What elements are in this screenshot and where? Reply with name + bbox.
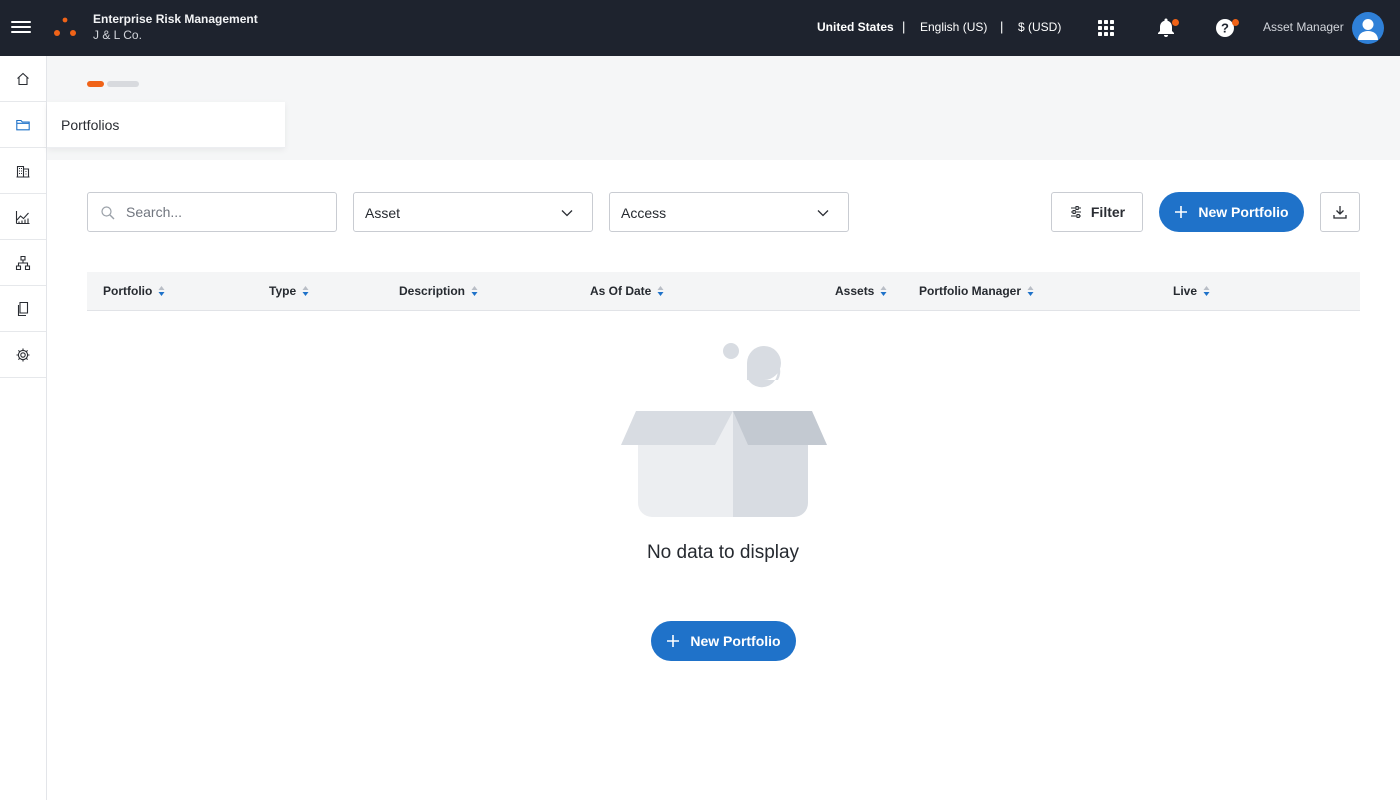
currency-selector[interactable]: $ (USD) [1018,20,1061,34]
sidebar-item-settings[interactable] [0,332,46,378]
chart-icon [15,210,30,224]
plus-icon [667,635,680,647]
chevron-down-icon [561,210,573,217]
sidebar-tooltip: Portfolios [47,102,285,148]
column-label: Description [399,284,466,298]
menu-icon[interactable] [11,18,31,38]
sidebar-item-documents[interactable] [0,286,46,332]
search-box[interactable] [87,192,337,232]
language-selector[interactable]: English (US) [920,20,987,34]
column-label: Portfolio [103,284,153,298]
folder-icon [16,119,30,130]
column-header-portfolio-manager[interactable]: Portfolio Manager [919,284,1034,298]
country-selector[interactable]: United States [817,20,894,34]
user-name[interactable]: Asset Manager [1263,20,1344,34]
avatar[interactable] [1352,12,1384,44]
sidebar-item-hierarchy[interactable] [0,240,46,286]
column-header-assets[interactable]: Assets [835,284,887,298]
sidebar-item-analytics[interactable] [0,194,46,240]
sort-icon [471,286,478,296]
sidebar-item-assets[interactable] [0,148,46,194]
logo-icon [54,17,76,36]
asset-select[interactable]: Asset [353,192,593,232]
column-label: Type [269,284,297,298]
access-select-value: Access [621,205,667,221]
sort-icon [657,286,664,296]
download-button[interactable] [1320,192,1360,232]
table-header: Portfolio Type Description As Of Date As… [87,272,1360,311]
apps-grid-icon[interactable] [1094,16,1118,40]
asset-select-value: Asset [365,205,401,221]
sidebar-item-portfolios[interactable] [0,102,46,148]
column-header-description[interactable]: Description [399,284,478,298]
separator: | [1000,19,1004,34]
documents-icon [17,301,29,316]
column-label: As Of Date [590,284,652,298]
new-portfolio-button[interactable]: New Portfolio [1159,192,1304,232]
search-input[interactable] [126,202,326,222]
sliders-icon [1070,206,1081,218]
column-header-live[interactable]: Live [1173,284,1210,298]
building-icon [16,165,30,178]
empty-new-portfolio-button[interactable]: New Portfolio [651,621,796,661]
empty-new-portfolio-label: New Portfolio [690,633,781,649]
column-header-portfolio[interactable]: Portfolio [103,284,165,298]
filter-label: Filter [1090,204,1126,220]
chevron-down-icon [817,210,829,217]
column-label: Live [1173,284,1198,298]
sort-icon [302,286,309,296]
app-title: Enterprise Risk Management [93,12,258,26]
svg-text:?: ? [1221,21,1229,36]
company-name: J & L Co. [93,28,142,42]
column-label: Assets [835,284,875,298]
help-badge [1232,19,1239,26]
plus-icon [1175,206,1188,218]
user-icon [1358,19,1378,40]
breadcrumb-active [87,81,104,87]
sort-icon [1203,286,1210,296]
column-label: Portfolio Manager [919,284,1022,298]
sidebar [0,56,47,800]
top-bar: Enterprise Risk Management J & L Co. Uni… [0,0,1400,56]
home-icon [17,72,29,85]
filter-button[interactable]: Filter [1051,192,1143,232]
breadcrumb-placeholder [107,81,139,87]
access-select[interactable]: Access [609,192,849,232]
sort-icon [880,286,887,296]
empty-box-illustration [621,343,827,517]
download-icon [1333,206,1347,219]
sort-icon [158,286,165,296]
sort-icon [1027,286,1034,296]
settings-icon [16,348,30,361]
hierarchy-icon [15,255,31,270]
new-portfolio-label: New Portfolio [1198,204,1289,220]
search-icon [101,206,115,220]
separator: | [902,19,906,34]
column-header-type[interactable]: Type [269,284,309,298]
sidebar-item-home[interactable] [0,56,46,102]
column-header-as-of-date[interactable]: As Of Date [590,284,664,298]
notification-badge [1172,19,1179,26]
empty-state-message: No data to display [646,542,800,563]
